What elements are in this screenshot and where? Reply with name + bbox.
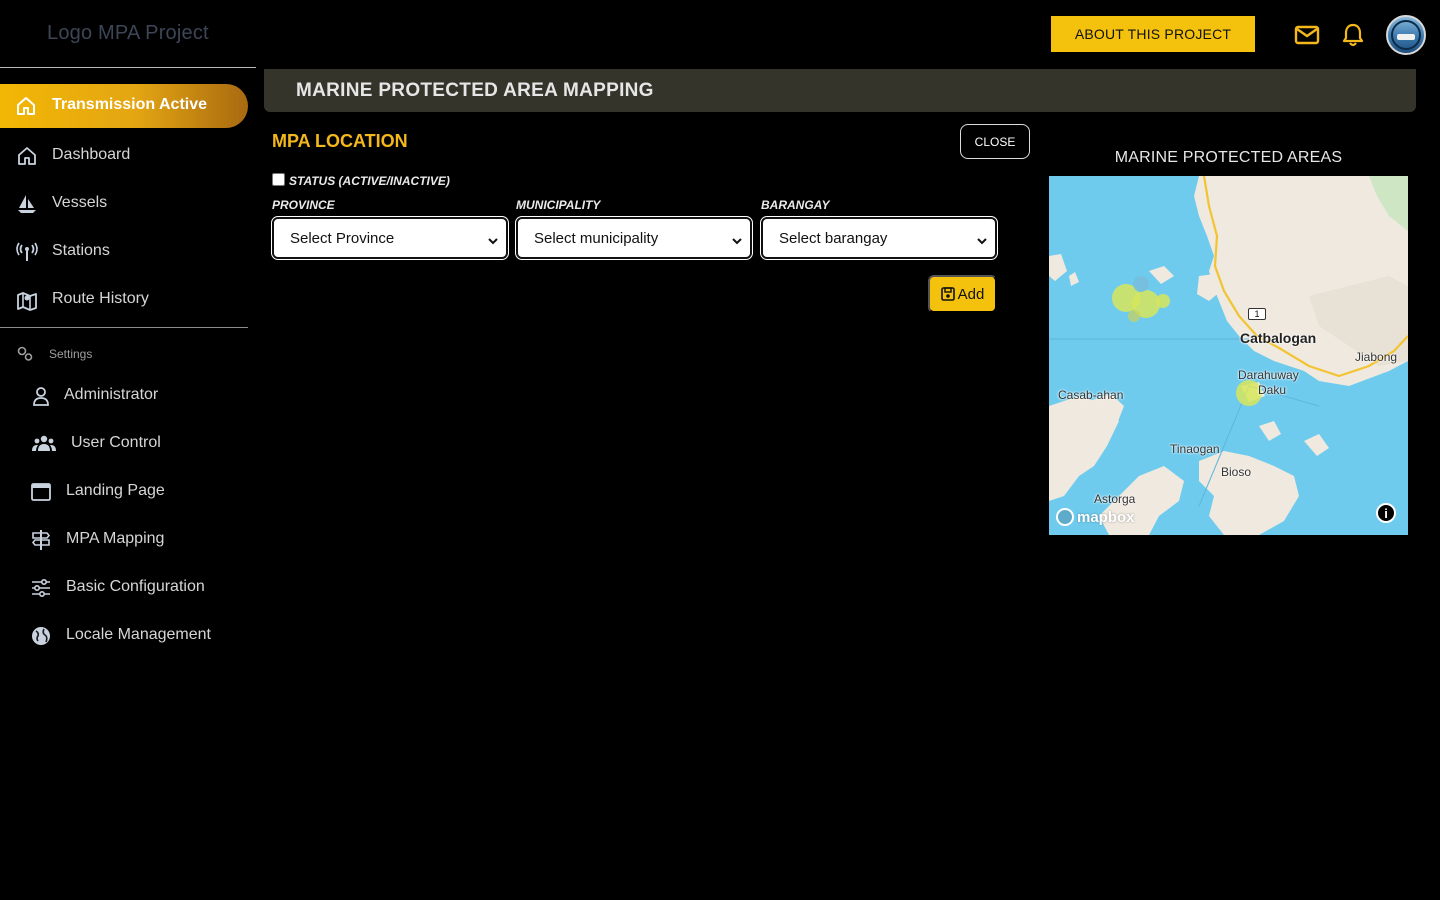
mpa-marker[interactable] <box>1156 294 1170 308</box>
map-title: MARINE PROTECTED AREAS <box>1114 149 1343 166</box>
sidebar-divider <box>0 327 248 328</box>
sidebar-item-user-control[interactable]: User Control <box>0 424 248 464</box>
map-label-casab-ahan: Casab-ahan <box>1058 388 1124 402</box>
sidebar-item-transmission-active[interactable]: Transmission Active <box>0 84 248 128</box>
road-shield: 1 <box>1248 308 1266 320</box>
sailboat-icon <box>16 193 38 215</box>
user-avatar[interactable] <box>1386 15 1426 55</box>
sidebar-item-label: User Control <box>71 434 161 451</box>
form-title: MPA LOCATION <box>272 131 408 151</box>
settings-label: Settings <box>49 347 93 361</box>
municipality-label: MUNICIPALITY <box>516 198 601 212</box>
avatar-boat-image <box>1397 34 1415 40</box>
map-label-astorga: Astorga <box>1094 492 1136 506</box>
sidebar-item-landing-page[interactable]: Landing Page <box>0 472 248 512</box>
top-bar: Logo MPA Project ABOUT THIS PROJECT <box>0 0 1440 68</box>
sidebar-item-label: Basic Configuration <box>66 578 205 595</box>
sidebar-item-label: Landing Page <box>66 482 165 499</box>
status-checkbox-row[interactable]: STATUS (ACTIVE/INACTIVE) <box>272 170 450 188</box>
province-selected-value: Select Province <box>290 229 395 247</box>
sidebar-item-administrator[interactable]: Administrator <box>0 376 248 416</box>
sidebar-item-dashboard[interactable]: Dashboard <box>0 136 248 176</box>
app-logo[interactable]: Logo MPA Project <box>47 22 209 45</box>
barangay-selected-value: Select barangay <box>779 229 888 247</box>
about-project-button[interactable]: ABOUT THIS PROJECT <box>1051 16 1255 52</box>
status-label: STATUS (ACTIVE/INACTIVE) <box>289 174 450 188</box>
add-button-label: Add <box>957 285 985 303</box>
barangay-label: BARANGAY <box>761 198 830 212</box>
sidebar-item-label: Administrator <box>64 386 159 403</box>
sidebar-item-basic-configuration[interactable]: Basic Configuration <box>0 568 248 608</box>
sidebar-item-label: Transmission Active <box>52 96 208 113</box>
chevron-down-icon <box>488 233 498 245</box>
home-icon <box>15 95 37 117</box>
sidebar-item-label: Dashboard <box>52 146 131 163</box>
mpa-map[interactable]: 1 Catbalogan Jiabong Darahuway Daku Casa… <box>1049 176 1408 535</box>
chevron-down-icon <box>977 233 987 245</box>
sidebar-item-label: Route History <box>52 290 149 307</box>
municipality-selected-value: Select municipality <box>534 229 659 247</box>
map-label-daku: Daku <box>1258 383 1287 397</box>
sidebar-item-label: Locale Management <box>66 626 211 643</box>
sliders-icon <box>30 577 52 599</box>
globe-icon <box>30 625 52 647</box>
sidebar-item-stations[interactable]: Stations <box>0 232 248 272</box>
status-checkbox[interactable] <box>272 172 285 186</box>
municipality-select[interactable]: Select municipality <box>515 216 753 260</box>
close-button[interactable]: CLOSE <box>960 124 1030 159</box>
map-label-darahuway: Darahuway <box>1238 368 1299 382</box>
signpost-icon <box>30 529 52 551</box>
antenna-icon <box>16 241 38 263</box>
map-label-catbalogan: Catbalogan <box>1240 330 1317 346</box>
mpa-marker[interactable] <box>1128 310 1140 322</box>
sidebar-item-label: Stations <box>52 242 110 259</box>
page-header: MARINE PROTECTED AREA MAPPING <box>264 69 1416 112</box>
sidebar-item-label: MPA Mapping <box>66 530 165 547</box>
sidebar-item-vessels[interactable]: Vessels <box>0 184 248 224</box>
mapbox-logo[interactable]: mapbox <box>1056 508 1135 526</box>
map-label-bioso: Bioso <box>1221 465 1252 479</box>
map-label-tinaogan: Tinaogan <box>1170 442 1220 456</box>
user-icon <box>30 385 52 407</box>
sidebar-item-mpa-mapping[interactable]: MPA Mapping <box>0 520 248 560</box>
sidebar-item-label: Vessels <box>52 194 108 211</box>
page-title: MARINE PROTECTED AREA MAPPING <box>296 80 654 101</box>
chevron-down-icon <box>732 233 742 245</box>
users-icon <box>32 433 56 455</box>
map-label-jiabong: Jiabong <box>1355 350 1398 364</box>
mapbox-logo-icon <box>1056 508 1074 526</box>
sidebar-item-locale-management[interactable]: Locale Management <box>0 616 248 656</box>
map-icon <box>16 289 38 311</box>
province-label: PROVINCE <box>272 198 335 212</box>
barangay-select[interactable]: Select barangay <box>760 216 998 260</box>
mapbox-logo-text: mapbox <box>1077 508 1135 526</box>
window-icon <box>30 481 52 503</box>
add-button[interactable]: Add <box>928 275 997 313</box>
map-info-button[interactable]: i <box>1376 503 1396 523</box>
province-select[interactable]: Select Province <box>271 216 509 260</box>
sidebar-item-route-history[interactable]: Route History <box>0 280 248 320</box>
home-icon <box>16 145 38 167</box>
mpa-marker[interactable] <box>1133 276 1149 292</box>
sidebar: Transmission Active Dashboard Vessels St… <box>0 68 256 900</box>
save-icon <box>940 287 955 301</box>
bell-icon[interactable] <box>1340 22 1366 48</box>
gears-icon <box>16 345 34 363</box>
mail-icon[interactable] <box>1294 22 1320 48</box>
